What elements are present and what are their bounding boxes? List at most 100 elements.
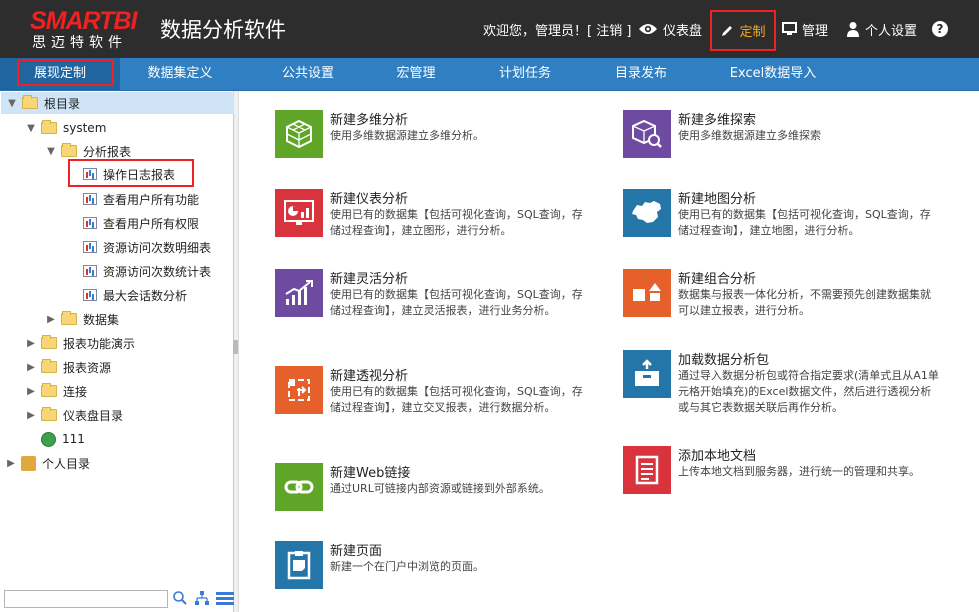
tree-item-analysis-reports[interactable]: ▼ 分析报表 [45,140,131,162]
tree-item-user-functions[interactable]: 查看用户所有功能 [83,188,199,210]
tree-item-dataset[interactable]: ▶ 数据集 [45,308,119,330]
card-title[interactable]: 加载数据分析包 [678,349,769,368]
custom-button[interactable]: 定制 [710,10,776,51]
report-icon [83,193,97,205]
app-title: 数据分析软件 [160,18,286,42]
card-new-web-link[interactable]: 新建Web链接 通过URL可链接内部资源或链接到外部系统。 [275,463,605,533]
growth-chart-icon[interactable] [275,269,323,317]
card-description: 使用已有的数据集【包括可视化查询，SQL查询，存储过程查询】，建立地图，进行分析… [678,208,931,237]
card-title[interactable]: 新建多维分析 [330,109,408,128]
card-new-multidim-explore[interactable]: 新建多维探索 使用多维数据源建立多维探索 [623,110,953,180]
collapse-arrow-icon[interactable]: ▼ [25,123,37,134]
card-title[interactable]: 添加本地文档 [678,445,756,464]
card-load-data-package[interactable]: 加载数据分析包 通过导入数据分析包或符合指定要求(清单式且从A1单元格开始填充)… [623,350,953,420]
expand-arrow-icon[interactable]: ▶ [25,386,37,397]
tree-item-operation-log-report[interactable]: 操作日志报表 [83,163,175,185]
card-title[interactable]: 新建页面 [330,540,382,559]
report-icon [83,217,97,229]
tab-macro-management[interactable]: 宏管理 [356,58,476,90]
page-icon[interactable] [275,541,323,589]
expand-arrow-icon[interactable]: ▶ [25,338,37,349]
tree-item-dashboard-catalog[interactable]: ▶ 仪表盘目录 [25,404,123,426]
report-icon [83,289,97,301]
card-description: 使用已有的数据集【包括可视化查询，SQL查询，存储过程查询】，建立图形，进行分析… [330,208,583,237]
search-icon[interactable] [172,590,188,606]
help-icon: ? [932,21,948,37]
tree-item-personal-catalog[interactable]: ▶ 个人目录 [5,452,90,474]
card-new-dashboard-analysis[interactable]: 新建仪表分析 使用已有的数据集【包括可视化查询，SQL查询，存储过程查询】，建立… [275,189,605,259]
folder-icon [41,407,57,421]
tree-item-user-permissions[interactable]: 查看用户所有权限 [83,212,199,234]
tree-item-label: 个人目录 [42,456,91,471]
tab-display-custom[interactable]: 展现定制 [0,58,120,90]
link-icon[interactable] [275,463,323,511]
pencil-icon [722,25,733,36]
card-title[interactable]: 新建多维探索 [678,109,756,128]
collapse-arrow-icon[interactable]: ▼ [6,98,18,109]
cube-icon[interactable] [275,110,323,158]
folder-icon [41,359,57,373]
list-view-icon[interactable] [216,591,234,605]
tree-item-connection[interactable]: ▶ 连接 [25,380,87,402]
upload-box-icon[interactable] [623,350,671,398]
pivot-icon[interactable] [275,366,323,414]
tree-item-max-sessions[interactable]: 最大会话数分析 [83,284,187,306]
card-title[interactable]: 新建灵活分析 [330,268,408,287]
card-title[interactable]: 新建透视分析 [330,365,408,384]
document-icon[interactable] [623,446,671,494]
card-title[interactable]: 新建Web链接 [330,462,410,481]
map-icon[interactable] [623,189,671,237]
logo-brand: SMARTBI [30,7,137,35]
tree-item-access-detail[interactable]: 资源访问次数明细表 [83,236,211,258]
tree-item-label: 查看用户所有功能 [103,192,200,207]
expand-arrow-icon[interactable]: ▶ [25,410,37,421]
splitter-handle[interactable] [233,340,238,354]
tree-item-access-stats[interactable]: 资源访问次数统计表 [83,260,211,282]
tab-dataset-definition[interactable]: 数据集定义 [120,58,240,90]
tree-item-system[interactable]: ▼ system [25,117,106,139]
card-add-local-document[interactable]: 添加本地文档 上传本地文档到服务器，进行统一的管理和共享。 [623,446,953,516]
tree-item-label: 111 [62,432,85,446]
card-description: 使用多维数据源建立多维探索 [678,129,821,142]
tree-item-report-demo[interactable]: ▶ 报表功能演示 [25,332,135,354]
card-new-map-analysis[interactable]: 新建地图分析 使用已有的数据集【包括可视化查询，SQL查询，存储过程查询】，建立… [623,189,953,259]
personal-settings-button[interactable]: 个人设置 [846,0,917,58]
person-folder-icon [21,455,36,471]
tree-item-report-resources[interactable]: ▶ 报表资源 [25,356,111,378]
tree-item-label: 查看用户所有权限 [103,216,200,231]
expand-arrow-icon[interactable]: ▶ [5,458,17,469]
tab-catalog-publish[interactable]: 目录发布 [581,58,701,90]
globe-icon [41,431,56,447]
card-new-multidim-analysis[interactable]: 新建多维分析 使用多维数据源建立多维分析。 [275,110,605,180]
tree-item-111[interactable]: 111 [41,428,85,450]
card-title[interactable]: 新建地图分析 [678,188,756,207]
dashboard-button[interactable]: 仪表盘 [638,0,702,58]
card-new-combined-analysis[interactable]: 新建组合分析 数据集与报表一体化分析，不需要预先创建数据集就可以建立报表，进行分… [623,269,953,339]
cube-search-icon[interactable] [623,110,671,158]
help-button[interactable]: ? [932,0,948,58]
eye-icon [639,24,657,34]
tree-item-label: 资源访问次数统计表 [103,264,212,279]
shapes-icon[interactable] [623,269,671,317]
welcome-logout-link[interactable]: 欢迎您，管理员！[ 注销 ] [483,0,631,58]
expand-arrow-icon[interactable]: ▶ [25,362,37,373]
card-description: 通过导入数据分析包或符合指定要求(清单式且从A1单元格开始填充)的Excel数据… [678,369,939,414]
manage-button[interactable]: 管理 [782,0,828,58]
logo-subtitle: 思迈特软件 [32,35,127,51]
card-description: 数据集与报表一体化分析，不需要预先创建数据集就可以建立报表，进行分析。 [678,288,931,317]
card-new-pivot-analysis[interactable]: 新建透视分析 使用已有的数据集【包括可视化查询，SQL查询，存储过程查询】，建立… [275,366,605,436]
card-title[interactable]: 新建组合分析 [678,268,756,287]
card-title[interactable]: 新建仪表分析 [330,188,408,207]
card-new-flexible-analysis[interactable]: 新建灵活分析 使用已有的数据集【包括可视化查询，SQL查询，存储过程查询】，建立… [275,269,605,339]
tree-structure-icon[interactable] [194,590,210,606]
tree-item-root[interactable]: ▼ 根目录 [1,92,238,114]
card-description: 使用已有的数据集【包括可视化查询，SQL查询，存储过程查询】，建立灵活报表，进行… [330,288,583,317]
tab-excel-import[interactable]: Excel数据导入 [713,58,833,90]
dashboard-icon[interactable] [275,189,323,237]
card-new-page[interactable]: 新建页面 新建一个在门户中浏览的页面。 [275,541,605,611]
collapse-arrow-icon[interactable]: ▼ [45,146,57,157]
tab-public-settings[interactable]: 公共设置 [248,58,368,90]
expand-arrow-icon[interactable]: ▶ [45,314,57,325]
tree-search-input[interactable] [4,590,168,608]
tab-scheduled-tasks[interactable]: 计划任务 [465,58,585,90]
